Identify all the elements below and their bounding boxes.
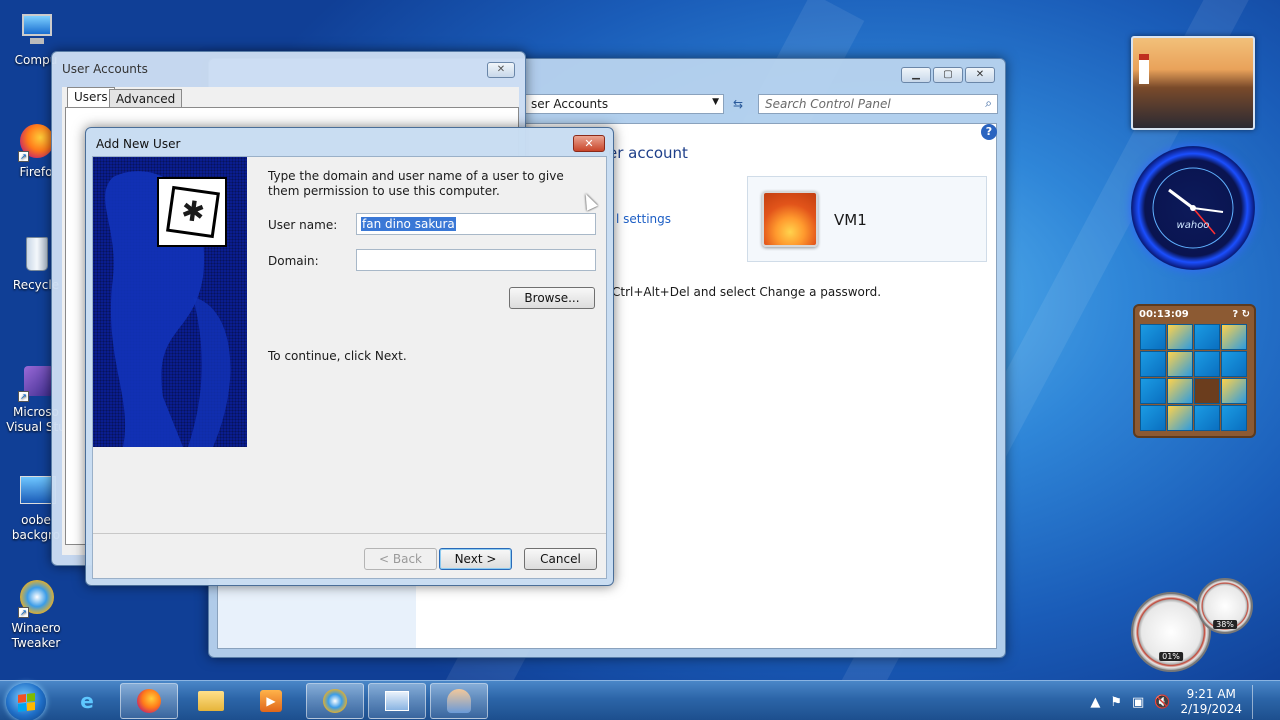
puzzle-help-icon[interactable]: ? ↻ bbox=[1232, 309, 1250, 320]
desktop: Compu ↗ Firefo Recycle ↗ Microso Visual … bbox=[0, 0, 1280, 680]
intro-text: Type the domain and user name of a user … bbox=[268, 169, 564, 198]
tab-advanced[interactable]: Advanced bbox=[109, 89, 183, 107]
add-new-user-dialog: Add New User ✕ ✱ Type the domain and use… bbox=[85, 127, 614, 586]
dialog-body: ✱ Type the domain and user name of a use… bbox=[92, 156, 607, 579]
action-center-flag-icon[interactable]: ⚑ bbox=[1110, 695, 1122, 710]
username-value: fan dino sakura bbox=[361, 217, 456, 231]
clock-date: 2/19/2024 bbox=[1180, 702, 1242, 716]
user-name: VM1 bbox=[834, 211, 867, 229]
taskbar: e ▶ ▲ ⚑ ▣ 🔇 9:21 AM 2/19/2024 bbox=[0, 680, 1280, 720]
chevron-down-icon[interactable]: ▼ bbox=[712, 97, 719, 107]
clock-gadget[interactable]: wahoo bbox=[1131, 146, 1255, 270]
user-security-icon: ✱ bbox=[157, 177, 227, 247]
wizard-banner: ✱ bbox=[93, 157, 247, 447]
control-panel-taskbar-icon[interactable] bbox=[368, 683, 426, 719]
refresh-icon[interactable]: ⇆ bbox=[727, 94, 749, 114]
memory-percent: 38% bbox=[1213, 620, 1237, 629]
minimize-button[interactable]: ▁ bbox=[901, 67, 931, 83]
show-hidden-icons-icon[interactable]: ▲ bbox=[1090, 695, 1100, 710]
domain-field[interactable] bbox=[356, 249, 596, 271]
winaero-tweaker-icon: ↗ bbox=[16, 578, 56, 618]
search-input[interactable]: Search Control Panel ⌕ bbox=[758, 94, 998, 114]
window-caption-buttons: ▁ ▢ ✕ bbox=[901, 67, 995, 83]
start-button[interactable] bbox=[6, 683, 46, 720]
lighthouse-image bbox=[1139, 54, 1149, 84]
back-button[interactable]: < Back bbox=[364, 548, 437, 570]
page-title: er account bbox=[608, 144, 688, 162]
continue-text: To continue, click Next. bbox=[268, 349, 407, 363]
network-icon[interactable]: ▣ bbox=[1132, 695, 1144, 710]
puzzle-grid[interactable] bbox=[1140, 324, 1249, 431]
divider bbox=[93, 533, 606, 534]
firefox-taskbar-icon[interactable] bbox=[120, 683, 178, 719]
address-bar[interactable]: ser Accounts ▼ bbox=[524, 94, 724, 114]
volume-muted-icon[interactable]: 🔇 bbox=[1154, 695, 1170, 710]
visual-studio-icon: ↗ bbox=[16, 362, 56, 402]
close-button[interactable]: ✕ bbox=[573, 135, 605, 152]
cancel-button[interactable]: Cancel bbox=[524, 548, 597, 570]
firefox-icon: ↗ bbox=[16, 122, 56, 162]
close-button[interactable]: ✕ bbox=[965, 67, 995, 83]
windows-logo-icon bbox=[18, 693, 35, 712]
media-player-icon[interactable]: ▶ bbox=[242, 683, 300, 719]
image-file-icon bbox=[16, 470, 56, 510]
winaero-taskbar-icon[interactable] bbox=[306, 683, 364, 719]
user-accounts-taskbar-icon[interactable] bbox=[430, 683, 488, 719]
search-icon[interactable]: ⌕ bbox=[985, 96, 992, 111]
search-placeholder: Search Control Panel bbox=[765, 97, 891, 111]
cpu-percent: 01% bbox=[1159, 652, 1183, 661]
recycle-bin-icon bbox=[16, 235, 56, 275]
username-field[interactable]: fan dino sakura bbox=[356, 213, 596, 235]
clock-face-icon bbox=[1152, 167, 1234, 249]
system-tray: ▲ ⚑ ▣ 🔇 9:21 AM 2/19/2024 bbox=[1090, 685, 1264, 719]
domain-label: Domain: bbox=[268, 254, 319, 268]
avatar bbox=[762, 191, 818, 247]
window-title: User Accounts bbox=[62, 62, 148, 76]
internet-explorer-icon[interactable]: e bbox=[58, 683, 116, 719]
address-text: ser Accounts bbox=[531, 97, 609, 111]
memory-meter-gauge[interactable]: 38% bbox=[1197, 578, 1253, 634]
computer-icon bbox=[16, 10, 56, 50]
user-card[interactable]: VM1 bbox=[747, 176, 987, 262]
puzzle-timer: 00:13:09 bbox=[1139, 308, 1189, 320]
maximize-button[interactable]: ▢ bbox=[933, 67, 963, 83]
tab-users[interactable]: Users bbox=[67, 87, 115, 107]
file-explorer-icon[interactable] bbox=[182, 683, 240, 719]
desktop-icon-label: Winaero Tweaker bbox=[11, 621, 61, 650]
password-hint: Ctrl+Alt+Del and select Change a passwor… bbox=[612, 285, 882, 299]
username-label: User name: bbox=[268, 218, 338, 232]
picture-puzzle-gadget[interactable]: 00:13:09 ? ↻ bbox=[1133, 304, 1256, 438]
desktop-icon-winaero[interactable]: ↗ Winaero Tweaker bbox=[0, 578, 72, 651]
next-button[interactable]: Next > bbox=[439, 548, 512, 570]
close-button[interactable]: ✕ bbox=[487, 62, 515, 78]
browse-button[interactable]: Browse... bbox=[509, 287, 595, 309]
clock-time: 9:21 AM bbox=[1186, 687, 1236, 701]
slideshow-gadget[interactable] bbox=[1131, 36, 1255, 130]
settings-link[interactable]: l settings bbox=[616, 212, 671, 226]
puzzle-header: 00:13:09 ? ↻ bbox=[1135, 306, 1254, 322]
clock-brand: wahoo bbox=[1176, 220, 1210, 231]
show-desktop-button[interactable] bbox=[1252, 685, 1264, 719]
dialog-title: Add New User bbox=[96, 137, 181, 151]
help-icon[interactable]: ? bbox=[981, 124, 997, 140]
system-clock[interactable]: 9:21 AM 2/19/2024 bbox=[1180, 687, 1242, 717]
